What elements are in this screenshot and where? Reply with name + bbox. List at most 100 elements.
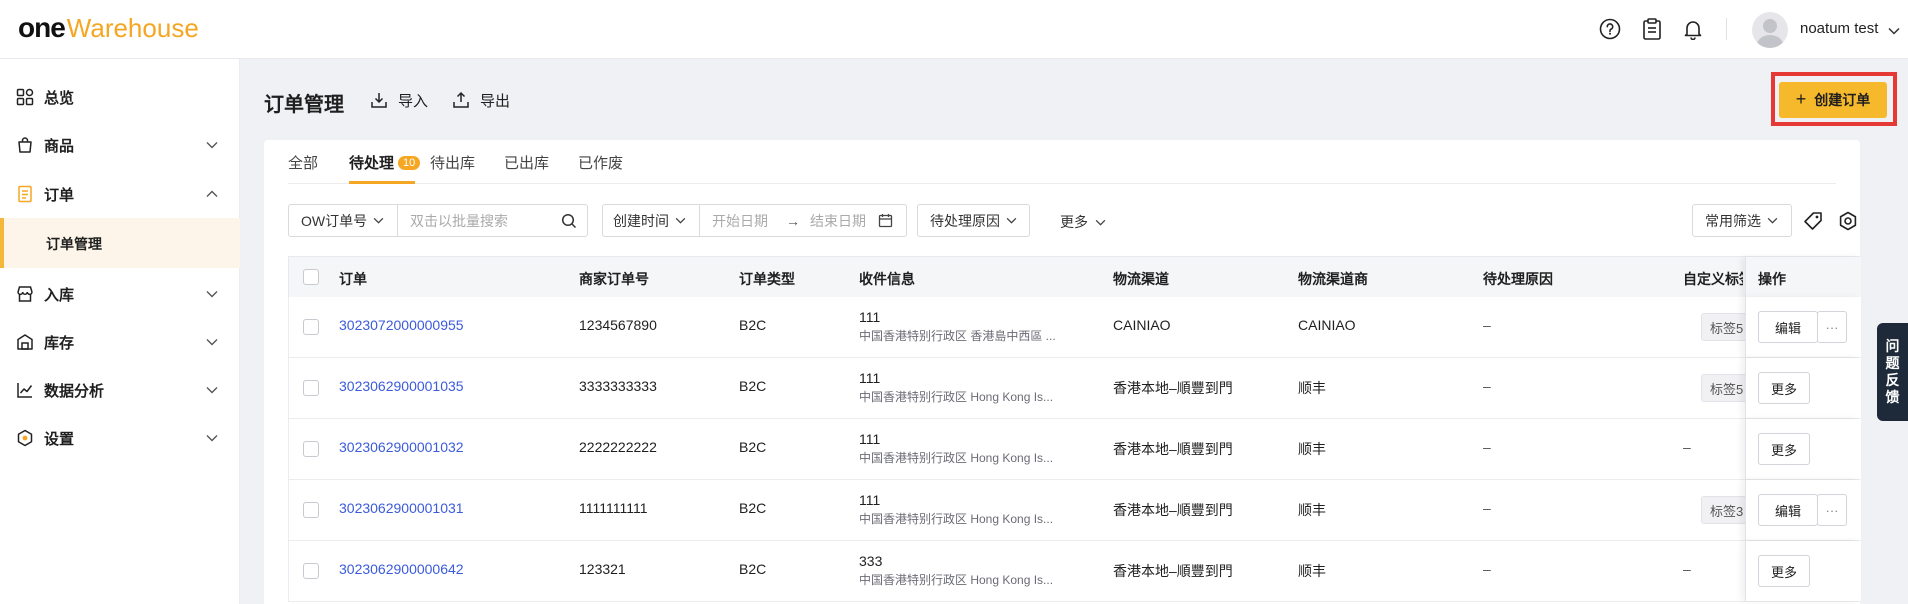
tab-voided[interactable]: 已作废 xyxy=(578,152,623,173)
feedback-char: 题 xyxy=(1885,355,1900,371)
order-number-link[interactable]: 3023062900000642 xyxy=(339,561,464,577)
recipient-name: 111 xyxy=(859,370,881,386)
custom-tag: – xyxy=(1683,561,1691,577)
logistics-channel: 香港本地–順豐到門 xyxy=(1113,441,1233,457)
tab-all[interactable]: 全部 xyxy=(288,152,318,173)
pending-reason: – xyxy=(1483,378,1491,394)
recipient-address: 中国香港特别行政区 Hong Kong Is... xyxy=(859,390,1054,404)
sidebar-item-settings[interactable]: 设置 xyxy=(0,414,240,462)
sidebar-subitem-order-management[interactable]: 订单管理 xyxy=(0,218,240,268)
tab-pending-label: 待处理 xyxy=(349,155,395,172)
tab-pending[interactable]: 待处理 10 xyxy=(349,152,421,173)
row-checkbox[interactable] xyxy=(303,380,319,396)
logistics-channel: 香港本地–順豐到門 xyxy=(1113,563,1233,579)
tag-icon[interactable] xyxy=(1803,211,1823,231)
row-checkbox[interactable] xyxy=(303,502,319,518)
time-type-select[interactable]: 创建时间 xyxy=(603,205,700,236)
sidebar-item-inventory[interactable]: 库存 xyxy=(0,318,240,366)
feedback-char: 问 xyxy=(1885,338,1900,354)
tab-awaiting-outbound[interactable]: 待出库 xyxy=(430,152,475,173)
edit-button[interactable]: 编辑 xyxy=(1758,494,1818,526)
search-icon[interactable] xyxy=(561,213,577,229)
select-all-checkbox[interactable] xyxy=(303,269,319,285)
logistics-channel: 香港本地–順豐到門 xyxy=(1113,502,1233,518)
order-type: B2C xyxy=(739,439,767,455)
pending-reason: – xyxy=(1483,500,1491,516)
row-checkbox[interactable] xyxy=(303,441,319,457)
row-checkbox[interactable] xyxy=(303,563,319,579)
recipient-address: 中国香港特别行政区 Hong Kong Is... xyxy=(859,573,1054,587)
order-type: B2C xyxy=(739,378,767,394)
table-header: 订单 商家订单号 订单类型 收件信息 物流渠道 物流渠道商 待处理原因 自定义标… xyxy=(288,256,1861,297)
more-button[interactable]: 更多 xyxy=(1758,372,1810,404)
more-filters-button[interactable]: 更多 xyxy=(1060,212,1106,232)
end-date-input[interactable]: 结束日期 xyxy=(810,211,866,231)
sidebar-item-products[interactable]: 商品 xyxy=(0,121,240,169)
recipient-info: 111 中国香港特别行政区 Hong Kong Is... xyxy=(859,492,1053,527)
order-no-type-value: OW订单号 xyxy=(301,212,368,229)
feedback-char: 反 xyxy=(1885,372,1900,388)
edit-button[interactable]: 编辑 xyxy=(1758,311,1818,343)
order-no-type-select[interactable]: OW订单号 xyxy=(289,205,398,236)
create-order-label: 创建订单 xyxy=(1814,92,1871,108)
more-actions-icon[interactable]: ··· xyxy=(1817,494,1847,526)
store-icon xyxy=(17,286,33,302)
recipient-address: 中国香港特别行政区 Hong Kong Is... xyxy=(859,512,1054,526)
logo-warehouse: Warehouse xyxy=(66,13,199,43)
app-logo[interactable]: one Warehouse xyxy=(18,12,199,46)
sidebar-item-overview[interactable]: 总览 xyxy=(0,73,240,121)
table-row: 3023072000000955 1234567890 B2C 111 中国香港… xyxy=(288,297,1861,358)
order-number-link[interactable]: 3023072000000955 xyxy=(339,317,464,333)
import-button[interactable]: 导入 xyxy=(370,88,428,112)
logistics-channel: 香港本地–順豐到門 xyxy=(1113,380,1233,396)
gear-icon[interactable] xyxy=(1838,211,1858,231)
bell-icon[interactable] xyxy=(1681,17,1705,41)
logistics-channel: CAINIAO xyxy=(1113,317,1171,333)
chart-icon xyxy=(17,383,33,398)
order-number-link[interactable]: 3023062900001035 xyxy=(339,378,464,394)
sidebar-item-orders[interactable]: 订单 xyxy=(0,170,240,218)
sidebar-item-inbound[interactable]: 入库 xyxy=(0,270,240,318)
chevron-down-icon[interactable] xyxy=(1888,22,1900,39)
chevron-down-icon xyxy=(1767,217,1778,224)
feedback-tab[interactable]: 问 题 反 馈 xyxy=(1877,323,1908,421)
top-header: one Warehouse noatum test xyxy=(0,0,1908,59)
more-button[interactable]: 更多 xyxy=(1758,433,1810,465)
tab-shipped[interactable]: 已出库 xyxy=(504,152,549,173)
help-icon[interactable] xyxy=(1598,17,1622,41)
row-checkbox[interactable] xyxy=(303,319,319,335)
more-button[interactable]: 更多 xyxy=(1758,555,1810,587)
recipient-address: 中国香港特别行政区 Hong Kong Is... xyxy=(859,451,1054,465)
logistics-carrier: CAINIAO xyxy=(1298,317,1356,333)
chevron-down-icon xyxy=(1006,217,1017,224)
export-label: 导出 xyxy=(480,92,511,110)
logistics-carrier: 顺丰 xyxy=(1298,563,1326,579)
recipient-name: 333 xyxy=(859,553,883,569)
order-number-link[interactable]: 3023062900001032 xyxy=(339,439,464,455)
date-range-group: 创建时间 开始日期 → 结束日期 xyxy=(602,204,907,237)
create-order-button[interactable]: + 创建订单 xyxy=(1779,82,1887,118)
username[interactable]: noatum test xyxy=(1800,20,1878,37)
more-filters-label: 更多 xyxy=(1060,214,1088,230)
recipient-name: 111 xyxy=(859,431,881,447)
chevron-down-icon xyxy=(206,142,218,149)
time-type-value: 创建时间 xyxy=(613,212,669,229)
more-actions-icon[interactable]: ··· xyxy=(1817,311,1847,343)
search-input[interactable]: 双击以批量搜索 xyxy=(398,211,561,231)
sidebar-item-label: 库存 xyxy=(44,334,75,352)
sidebar-item-analytics[interactable]: 数据分析 xyxy=(0,366,240,414)
export-button[interactable]: 导出 xyxy=(452,88,510,112)
logo-one: one xyxy=(18,12,66,43)
search-group: OW订单号 双击以批量搜索 xyxy=(288,204,588,237)
clipboard-icon[interactable] xyxy=(1640,17,1664,41)
common-filter-select[interactable]: 常用筛选 xyxy=(1692,204,1792,237)
avatar[interactable] xyxy=(1752,12,1788,48)
logistics-carrier: 顺丰 xyxy=(1298,502,1326,518)
order-number-link[interactable]: 3023062900001031 xyxy=(339,500,464,516)
calendar-icon[interactable] xyxy=(878,213,893,228)
chevron-down-icon xyxy=(206,387,218,394)
sidebar-item-label: 商品 xyxy=(44,137,75,155)
start-date-input[interactable]: 开始日期 xyxy=(712,211,768,231)
table-row: 3023062900001035 3333333333 B2C 111 中国香港… xyxy=(288,358,1861,419)
pending-reason-select[interactable]: 待处理原因 xyxy=(917,204,1030,237)
